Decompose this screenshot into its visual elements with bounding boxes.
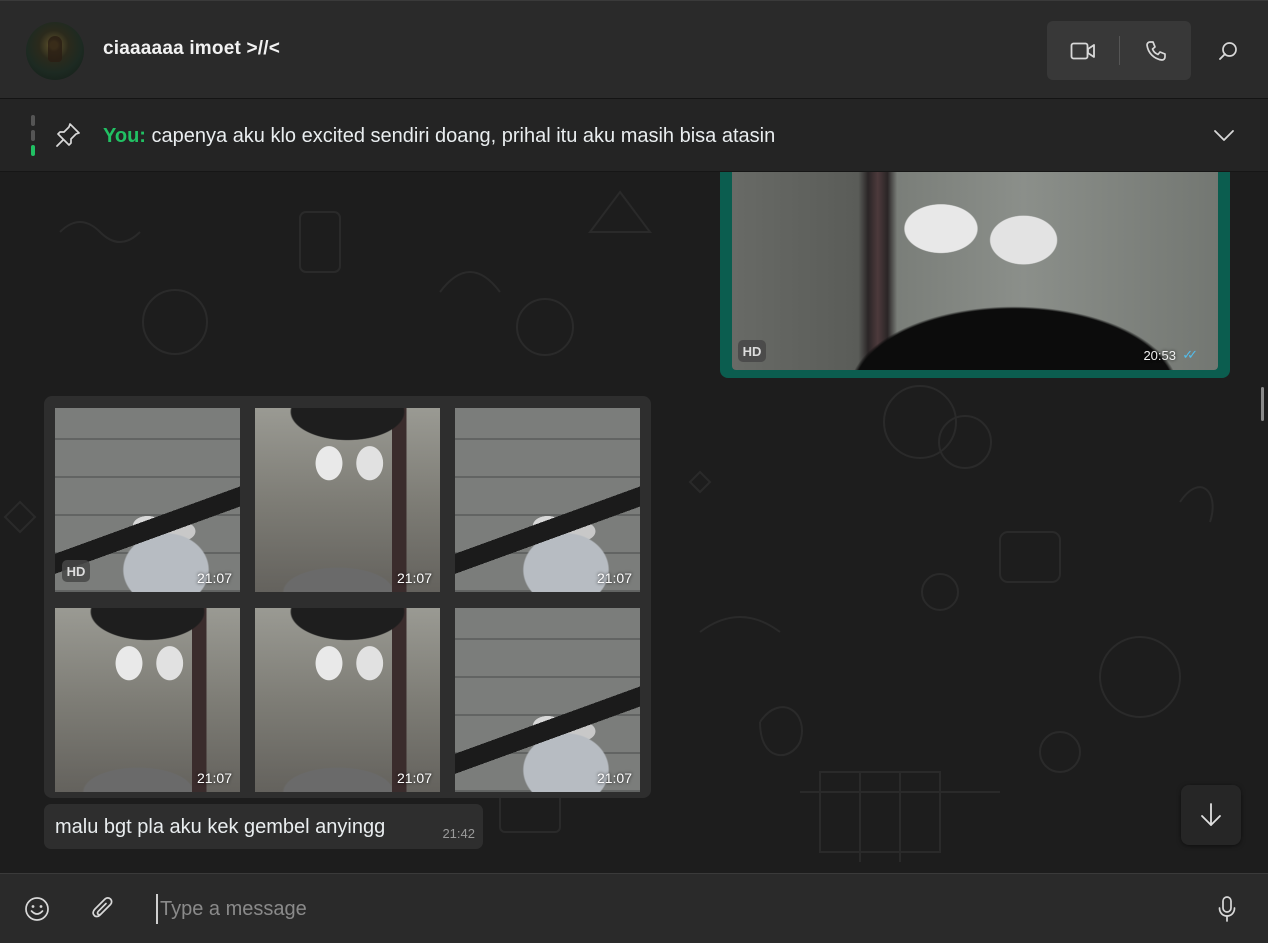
message-composer xyxy=(0,873,1268,943)
attach-button[interactable] xyxy=(86,892,120,926)
message-time: 21:42 xyxy=(442,826,475,841)
contact-name[interactable]: ciaaaaaa imoet >//< xyxy=(103,38,280,60)
read-receipt-icon: ✓✓ xyxy=(1182,347,1198,362)
voice-message-button[interactable] xyxy=(1210,892,1244,926)
image-time: 21:07 xyxy=(196,770,232,786)
message-time: 20:53 xyxy=(1143,348,1176,363)
search-icon xyxy=(1219,42,1237,60)
voice-call-icon xyxy=(1145,40,1166,61)
hd-badge: HD xyxy=(62,560,90,582)
contact-avatar[interactable] xyxy=(26,22,84,80)
message-list[interactable]: HD 20:53 ✓✓ HD 21:07 21:07 21:07 21:07 2… xyxy=(0,172,1268,873)
chat-header: ciaaaaaa imoet >//< xyxy=(0,0,1268,99)
expand-pinned-button[interactable] xyxy=(1210,123,1238,147)
image-time: 21:07 xyxy=(196,570,232,586)
emoji-icon xyxy=(25,897,49,921)
image-time: 21:07 xyxy=(396,570,432,586)
microphone-icon xyxy=(1218,896,1236,922)
message-text: malu bgt pla aku kek gembel anyingg xyxy=(55,816,386,838)
video-call-icon xyxy=(1070,42,1095,59)
incoming-image-album[interactable]: HD 21:07 21:07 21:07 21:07 21:07 21:07 xyxy=(44,396,651,798)
album-image[interactable]: HD 21:07 xyxy=(55,408,240,592)
image-content[interactable]: HD 20:53 ✓✓ xyxy=(732,172,1218,370)
outgoing-image-message[interactable]: HD 20:53 ✓✓ xyxy=(720,172,1230,378)
search-button[interactable] xyxy=(1208,31,1248,71)
image-time: 21:07 xyxy=(596,570,632,586)
call-buttons-group xyxy=(1047,21,1191,80)
image-time: 21:07 xyxy=(396,770,432,786)
paperclip-icon xyxy=(92,897,113,918)
scroll-to-bottom-button[interactable] xyxy=(1181,785,1241,845)
emoji-button[interactable] xyxy=(20,892,54,926)
pin-icon xyxy=(56,123,80,147)
pinned-message-text[interactable]: You: capenya aku klo excited sendiri doa… xyxy=(103,125,775,148)
album-image[interactable]: 21:07 xyxy=(55,608,240,792)
video-call-button[interactable] xyxy=(1047,21,1119,80)
incoming-text-message[interactable]: malu bgt pla aku kek gembel anyingg 21:4… xyxy=(44,804,483,849)
chevron-down-icon xyxy=(1214,130,1234,141)
album-image[interactable]: 21:07 xyxy=(455,608,640,792)
pinned-content: capenya aku klo excited sendiri doang, p… xyxy=(151,125,776,147)
album-image[interactable]: 21:07 xyxy=(255,408,440,592)
scrollbar-thumb[interactable] xyxy=(1261,387,1264,421)
arrow-down-icon xyxy=(1201,803,1221,826)
hd-badge: HD xyxy=(738,340,766,362)
album-image[interactable]: 21:07 xyxy=(455,408,640,592)
voice-call-button[interactable] xyxy=(1120,21,1191,80)
album-image[interactable]: 21:07 xyxy=(255,608,440,792)
image-time: 21:07 xyxy=(596,770,632,786)
pinned-sender: You: xyxy=(103,125,146,147)
pinned-position-indicator xyxy=(31,115,35,157)
message-input[interactable] xyxy=(156,894,1176,924)
